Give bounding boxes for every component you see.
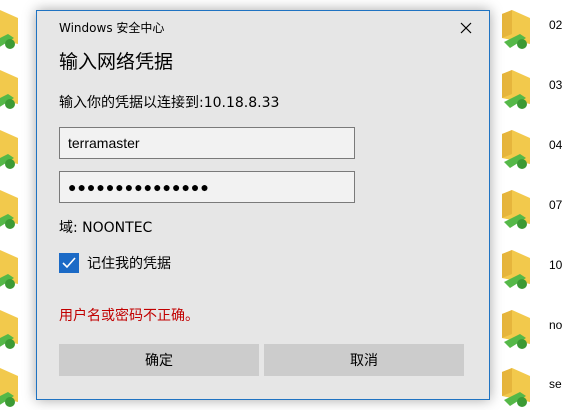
file-label[interactable]: 02 <box>549 18 562 32</box>
checkmark-icon <box>62 257 76 269</box>
close-icon <box>460 22 472 34</box>
network-folder-icon[interactable] <box>0 308 24 352</box>
network-folder-icon[interactable] <box>0 128 24 172</box>
window-title: Windows 安全中心 <box>59 21 165 35</box>
file-label[interactable]: no <box>549 318 562 332</box>
close-button[interactable] <box>449 15 483 41</box>
username-field[interactable]: terramaster <box>59 127 355 159</box>
file-label[interactable]: se <box>549 377 562 391</box>
cancel-button[interactable]: 取消 <box>264 344 464 376</box>
network-folder-icon[interactable] <box>0 68 24 112</box>
password-field[interactable]: ●●●●●●●●●●●●●●● <box>59 171 355 203</box>
network-folder-icon[interactable] <box>498 366 536 410</box>
file-label[interactable]: 04 <box>549 138 562 152</box>
network-folder-icon[interactable] <box>0 8 24 52</box>
remember-credentials-checkbox[interactable]: 记住我的凭据 <box>59 253 171 273</box>
error-message: 用户名或密码不正确。 <box>59 308 199 324</box>
credential-dialog: Windows 安全中心 输入网络凭据 输入你的凭据以连接到:10.18.8.3… <box>36 10 490 400</box>
network-folder-icon[interactable] <box>498 68 536 112</box>
file-label[interactable]: 03 <box>549 78 562 92</box>
connection-prompt: 输入你的凭据以连接到:10.18.8.33 <box>59 95 280 111</box>
checkbox-checked[interactable] <box>59 253 79 273</box>
dialog-heading: 输入网络凭据 <box>59 51 174 73</box>
network-folder-icon[interactable] <box>498 248 536 292</box>
network-folder-icon[interactable] <box>0 188 24 232</box>
domain-label: 域: NOONTEC <box>59 220 153 236</box>
remember-label: 记住我的凭据 <box>87 256 171 272</box>
network-folder-icon[interactable] <box>498 128 536 172</box>
ok-button[interactable]: 确定 <box>59 344 259 376</box>
network-folder-icon[interactable] <box>498 308 536 352</box>
file-label[interactable]: 07 <box>549 198 562 212</box>
network-folder-icon[interactable] <box>498 188 536 232</box>
network-folder-icon[interactable] <box>498 8 536 52</box>
file-label[interactable]: 10 <box>549 258 562 272</box>
network-folder-icon[interactable] <box>0 248 24 292</box>
network-folder-icon[interactable] <box>0 366 24 410</box>
